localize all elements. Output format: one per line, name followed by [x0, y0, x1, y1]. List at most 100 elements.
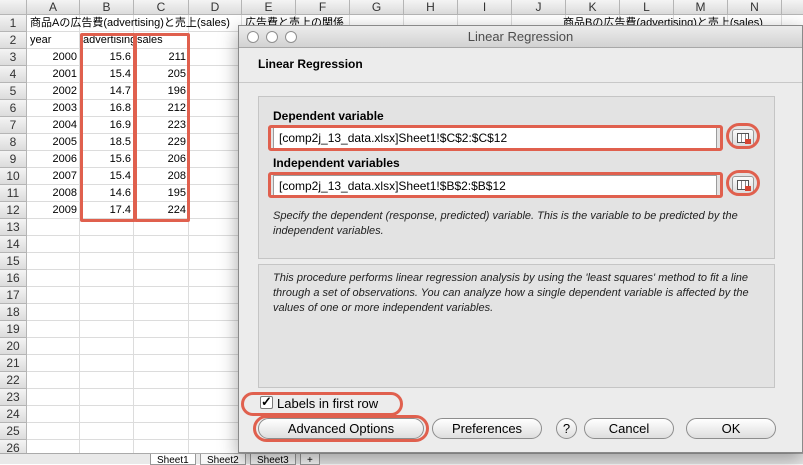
- row-header-12[interactable]: 12: [0, 202, 27, 219]
- labels-in-first-row-label[interactable]: Labels in first row: [277, 396, 378, 411]
- cell[interactable]: [80, 389, 134, 406]
- row-header-8[interactable]: 8: [0, 134, 27, 151]
- cell[interactable]: [80, 304, 134, 321]
- cell[interactable]: [134, 253, 189, 270]
- cell[interactable]: [80, 355, 134, 372]
- column-header-l[interactable]: L: [620, 0, 674, 15]
- row-header-7[interactable]: 7: [0, 117, 27, 134]
- cell[interactable]: [134, 372, 189, 389]
- cell[interactable]: [189, 66, 242, 83]
- cell[interactable]: [27, 236, 80, 253]
- cell[interactable]: [189, 304, 242, 321]
- cell[interactable]: [189, 321, 242, 338]
- row-header-24[interactable]: 24: [0, 406, 27, 423]
- column-header-j[interactable]: J: [512, 0, 566, 15]
- cell[interactable]: [80, 321, 134, 338]
- row-header-13[interactable]: 13: [0, 219, 27, 236]
- cell[interactable]: [189, 389, 242, 406]
- cell[interactable]: [189, 355, 242, 372]
- column-header-n[interactable]: N: [728, 0, 782, 15]
- dialog-titlebar[interactable]: Linear Regression: [239, 26, 802, 48]
- cell[interactable]: [189, 219, 242, 236]
- cell[interactable]: [134, 304, 189, 321]
- cell[interactable]: [189, 83, 242, 100]
- tab-sheet1[interactable]: Sheet1: [150, 454, 196, 465]
- column-header-o[interactable]: O: [782, 0, 803, 15]
- tab-sheet2[interactable]: Sheet2: [200, 454, 246, 465]
- column-header-a[interactable]: A: [27, 0, 80, 15]
- row-header-1[interactable]: 1: [0, 15, 27, 32]
- cell[interactable]: [134, 270, 189, 287]
- cell[interactable]: [189, 32, 242, 49]
- cell[interactable]: [80, 219, 134, 236]
- row-header-25[interactable]: 25: [0, 423, 27, 440]
- row-header-18[interactable]: 18: [0, 304, 27, 321]
- cell[interactable]: [27, 406, 80, 423]
- column-header-m[interactable]: M: [674, 0, 728, 15]
- row-header-17[interactable]: 17: [0, 287, 27, 304]
- cell[interactable]: [27, 423, 80, 440]
- cell[interactable]: [27, 253, 80, 270]
- cell[interactable]: [27, 372, 80, 389]
- cell[interactable]: [134, 423, 189, 440]
- cell[interactable]: [27, 270, 80, 287]
- cell[interactable]: [189, 117, 242, 134]
- cell[interactable]: [134, 236, 189, 253]
- cell[interactable]: [189, 100, 242, 117]
- cell[interactable]: [27, 355, 80, 372]
- cell[interactable]: [189, 49, 242, 66]
- cell[interactable]: [27, 287, 80, 304]
- cell[interactable]: [80, 236, 134, 253]
- cell[interactable]: [27, 338, 80, 355]
- cell[interactable]: [189, 372, 242, 389]
- tab-sheet3[interactable]: Sheet3: [250, 454, 296, 465]
- row-header-11[interactable]: 11: [0, 185, 27, 202]
- cancel-button[interactable]: Cancel: [584, 418, 674, 439]
- row-header-14[interactable]: 14: [0, 236, 27, 253]
- row-header-19[interactable]: 19: [0, 321, 27, 338]
- cell[interactable]: [189, 134, 242, 151]
- column-header-k[interactable]: K: [566, 0, 620, 15]
- cell[interactable]: [189, 202, 242, 219]
- cell[interactable]: [27, 304, 80, 321]
- cell[interactable]: [80, 423, 134, 440]
- independent-variables-field[interactable]: [comp2j_13_data.xlsx]Sheet1!$B$2:$B$12: [273, 175, 717, 197]
- column-header-i[interactable]: I: [458, 0, 512, 15]
- column-header-c[interactable]: C: [134, 0, 189, 15]
- row-header-9[interactable]: 9: [0, 151, 27, 168]
- column-header-b[interactable]: B: [80, 0, 134, 15]
- cell[interactable]: [134, 406, 189, 423]
- row-header-16[interactable]: 16: [0, 270, 27, 287]
- cell[interactable]: [189, 338, 242, 355]
- row-header-23[interactable]: 23: [0, 389, 27, 406]
- column-header-f[interactable]: F: [296, 0, 350, 15]
- labels-in-first-row-checkbox[interactable]: ✓: [260, 395, 273, 409]
- cell[interactable]: [80, 287, 134, 304]
- cell[interactable]: [189, 151, 242, 168]
- row-header-21[interactable]: 21: [0, 355, 27, 372]
- cell[interactable]: [189, 253, 242, 270]
- cell[interactable]: [80, 372, 134, 389]
- column-header-d[interactable]: D: [189, 0, 242, 15]
- preferences-button[interactable]: Preferences: [432, 418, 542, 439]
- row-header-20[interactable]: 20: [0, 338, 27, 355]
- cell[interactable]: [27, 389, 80, 406]
- cell[interactable]: [189, 185, 242, 202]
- cell[interactable]: [80, 270, 134, 287]
- cell[interactable]: [27, 219, 80, 236]
- cell[interactable]: [189, 168, 242, 185]
- independent-range-picker-button[interactable]: [732, 176, 754, 194]
- cell[interactable]: [189, 270, 242, 287]
- cell[interactable]: [134, 287, 189, 304]
- cell[interactable]: [189, 406, 242, 423]
- column-header-h[interactable]: H: [404, 0, 458, 15]
- cell[interactable]: [134, 338, 189, 355]
- row-header-15[interactable]: 15: [0, 253, 27, 270]
- cell[interactable]: [134, 389, 189, 406]
- row-header-2[interactable]: 2: [0, 32, 27, 49]
- cell[interactable]: [27, 321, 80, 338]
- cell[interactable]: [134, 321, 189, 338]
- help-button[interactable]: ?: [556, 418, 577, 439]
- add-sheet-button[interactable]: +: [300, 454, 320, 465]
- row-header-6[interactable]: 6: [0, 100, 27, 117]
